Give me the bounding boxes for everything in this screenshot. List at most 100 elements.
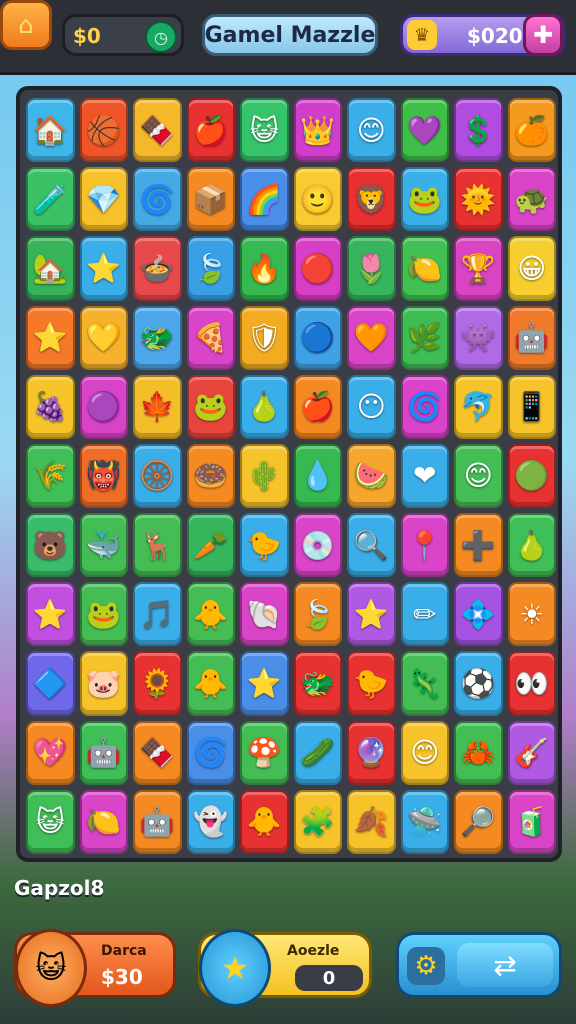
game-tile[interactable]: 🐤 xyxy=(240,513,289,578)
game-tile[interactable]: 🐲 xyxy=(133,305,182,370)
add-coins-button[interactable]: ◷ xyxy=(145,21,177,53)
game-tile[interactable]: ⭐ xyxy=(79,236,128,301)
game-tile[interactable]: 🎸 xyxy=(507,720,556,785)
game-tile[interactable]: 🍉 xyxy=(347,443,396,509)
game-tile[interactable]: 💎 xyxy=(79,167,128,232)
game-tile[interactable]: 👀 xyxy=(507,651,556,716)
game-tile[interactable]: 🍐 xyxy=(507,513,556,578)
game-tile[interactable]: 🏀 xyxy=(79,98,128,163)
game-tile[interactable]: 😺 xyxy=(240,98,289,163)
game-tile[interactable]: 🟣 xyxy=(79,374,128,439)
game-tile[interactable]: 🍁 xyxy=(133,374,182,439)
game-tile[interactable]: 💠 xyxy=(454,582,503,647)
game-tile[interactable]: 🔎 xyxy=(454,789,503,854)
game-tile[interactable]: 👻 xyxy=(186,789,235,854)
game-tile[interactable]: 🍃 xyxy=(186,236,235,301)
game-tile[interactable]: 🏡 xyxy=(26,236,75,301)
game-tile[interactable]: 🍊 xyxy=(507,98,556,163)
game-tile[interactable]: 🔍 xyxy=(347,513,396,578)
game-tile[interactable]: 🍎 xyxy=(186,98,235,163)
game-tile[interactable]: 🐥 xyxy=(186,582,235,647)
game-tile[interactable]: 😊 xyxy=(400,720,449,785)
game-tile[interactable]: 🤖 xyxy=(79,720,128,785)
game-tile[interactable]: 🌈 xyxy=(240,167,289,232)
game-tile[interactable]: 🙂 xyxy=(293,167,342,232)
game-tile[interactable]: 👹 xyxy=(79,443,128,509)
game-tile[interactable]: 🍎 xyxy=(293,374,342,439)
game-tile[interactable]: 🛡 xyxy=(240,305,289,370)
game-tile[interactable]: 💖 xyxy=(26,720,75,785)
game-tile[interactable]: 🐳 xyxy=(79,513,128,578)
game-tile[interactable]: 😶 xyxy=(347,374,396,439)
game-tile[interactable]: 🍫 xyxy=(133,720,182,785)
game-tile[interactable]: 🔷 xyxy=(26,651,75,716)
home-button[interactable]: ⌂ xyxy=(0,0,52,50)
game-tile[interactable]: 🐸 xyxy=(400,167,449,232)
game-tile[interactable]: 🔥 xyxy=(240,236,289,301)
game-tile[interactable]: 🍩 xyxy=(186,443,235,509)
game-tile[interactable]: 😺 xyxy=(26,789,75,854)
game-tile[interactable]: ➕ xyxy=(454,513,503,578)
game-tile[interactable]: 💲 xyxy=(454,98,503,163)
game-tile[interactable]: 🦀 xyxy=(454,720,503,785)
game-tile[interactable]: ⚽ xyxy=(454,651,503,716)
game-tile[interactable]: 🧃 xyxy=(507,789,556,854)
game-tile[interactable]: 🥕 xyxy=(186,513,235,578)
game-tile[interactable]: ⭐ xyxy=(347,582,396,647)
game-tile[interactable]: 🌀 xyxy=(133,167,182,232)
game-tile[interactable]: 📦 xyxy=(186,167,235,232)
game-tile[interactable]: 🍄 xyxy=(240,720,289,785)
game-tile[interactable]: 🟢 xyxy=(507,443,556,509)
game-tile[interactable]: 📱 xyxy=(507,374,556,439)
game-tile[interactable]: 🐻 xyxy=(26,513,75,578)
game-tile[interactable]: 🌀 xyxy=(186,720,235,785)
game-tile[interactable]: 🎵 xyxy=(133,582,182,647)
game-tile[interactable]: 🦌 xyxy=(133,513,182,578)
game-tile[interactable]: 🔴 xyxy=(293,236,342,301)
game-tile[interactable]: 🧪 xyxy=(26,167,75,232)
game-tile[interactable]: 💧 xyxy=(293,443,342,509)
game-tile[interactable]: ⭐ xyxy=(26,305,75,370)
game-tile[interactable]: 🦁 xyxy=(347,167,396,232)
game-tile[interactable]: 🌀 xyxy=(400,374,449,439)
game-tile[interactable]: 🧡 xyxy=(347,305,396,370)
game-tile[interactable]: 🌻 xyxy=(133,651,182,716)
game-tile[interactable]: 💜 xyxy=(400,98,449,163)
game-tile[interactable]: 🐥 xyxy=(186,651,235,716)
game-tile[interactable]: ⭐ xyxy=(240,651,289,716)
game-tile[interactable]: ☀ xyxy=(507,582,556,647)
game-tile[interactable]: 🛸 xyxy=(400,789,449,854)
game-tile[interactable]: 🌿 xyxy=(400,305,449,370)
game-tile[interactable]: 🤖 xyxy=(133,789,182,854)
game-tile[interactable]: 🌞 xyxy=(454,167,503,232)
game-tile[interactable]: 🐷 xyxy=(79,651,128,716)
game-tile[interactable]: ❤ xyxy=(400,443,449,509)
game-tile[interactable]: ✏ xyxy=(400,582,449,647)
game-tile[interactable]: 🍇 xyxy=(26,374,75,439)
game-tile[interactable]: 💿 xyxy=(293,513,342,578)
middle-panel[interactable]: ★ Aoezle 0 xyxy=(198,929,372,1007)
game-tile[interactable]: 🐲 xyxy=(293,651,342,716)
game-tile[interactable]: 😀 xyxy=(507,236,556,301)
game-tile[interactable]: 🔮 xyxy=(347,720,396,785)
game-tile[interactable]: 🍂 xyxy=(347,789,396,854)
game-tile[interactable]: 😊 xyxy=(347,98,396,163)
game-tile[interactable]: 🤖 xyxy=(507,305,556,370)
game-tile[interactable]: 🐤 xyxy=(347,651,396,716)
left-panel[interactable]: 😺 Darca $30 xyxy=(14,929,176,1007)
game-tile[interactable]: 🐚 xyxy=(240,582,289,647)
game-tile[interactable]: 🐸 xyxy=(79,582,128,647)
game-tile[interactable]: 🏠 xyxy=(26,98,75,163)
game-tile[interactable]: 🦎 xyxy=(400,651,449,716)
game-tile[interactable]: 🍲 xyxy=(133,236,182,301)
settings-button[interactable]: ⚙ xyxy=(407,947,445,985)
game-tile[interactable]: 🌵 xyxy=(240,443,289,509)
game-tile[interactable]: 🏆 xyxy=(454,236,503,301)
game-tile[interactable]: 🐢 xyxy=(507,167,556,232)
game-tile[interactable]: 💛 xyxy=(79,305,128,370)
game-tile[interactable]: 🍋 xyxy=(79,789,128,854)
game-tile[interactable]: 🧩 xyxy=(293,789,342,854)
game-tile[interactable]: ⭐ xyxy=(26,582,75,647)
game-tile[interactable]: 📍 xyxy=(400,513,449,578)
game-tile[interactable]: 🔵 xyxy=(293,305,342,370)
